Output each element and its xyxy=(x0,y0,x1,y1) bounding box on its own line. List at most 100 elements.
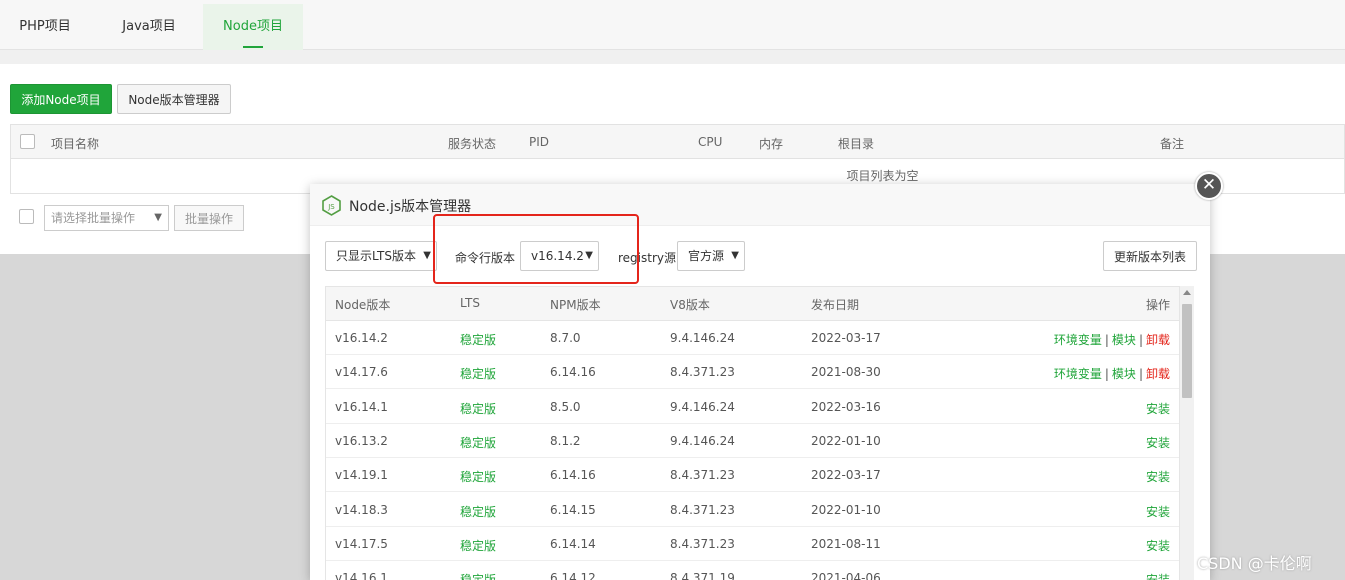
modules-link[interactable]: 模块 xyxy=(1112,333,1136,347)
npm-version-cell: 6.14.16 xyxy=(550,365,596,380)
v8-version-cell: 9.4.146.24 xyxy=(670,399,735,414)
chevron-down-icon: ▼ xyxy=(154,212,162,223)
version-row: v14.19.1 稳定版 6.14.16 8.4.371.23 2022-03-17 安装 xyxy=(326,458,1179,493)
install-link[interactable]: 安装 xyxy=(1146,539,1170,553)
lts-cell: 稳定版 xyxy=(460,435,497,450)
project-table-header: 项目名称 服务状态 PID CPU 内存 根目录 备注 xyxy=(11,125,1344,159)
registry-select[interactable]: 官方源 ▼ xyxy=(677,241,745,271)
row-actions: 安装 xyxy=(1146,400,1170,417)
batch-operation-button[interactable]: 批量操作 xyxy=(174,205,244,231)
node-version-cell: v16.13.2 xyxy=(335,433,388,448)
v8-version-cell: 8.4.371.23 xyxy=(670,365,735,380)
npm-version-cell: 6.14.12 xyxy=(550,571,596,580)
col-actions: 操作 xyxy=(1145,298,1170,312)
col-memory: 内存 xyxy=(759,137,784,151)
row-actions: 安装 xyxy=(1146,503,1170,520)
node-version-cell: v14.19.1 xyxy=(335,468,388,483)
action-separator: | xyxy=(1104,367,1109,382)
col-remark: 备注 xyxy=(1160,137,1185,151)
version-row: v16.14.1 稳定版 8.5.0 9.4.146.24 2022-03-16 安装 xyxy=(326,390,1179,424)
chevron-down-icon: ▼ xyxy=(423,250,431,261)
version-row: v14.17.6 稳定版 6.14.16 8.4.371.23 2021-08-30 环境… xyxy=(326,355,1179,390)
lts-cell: 稳定版 xyxy=(460,367,497,382)
node-version-cell: v14.17.5 xyxy=(335,536,388,551)
row-actions: 安装 xyxy=(1146,468,1170,485)
release-date-cell: 2021-04-06 xyxy=(811,571,881,580)
node-version-cell: v14.16.1 xyxy=(335,571,388,580)
active-tab-indicator xyxy=(243,46,263,48)
modules-link[interactable]: 模块 xyxy=(1112,367,1136,381)
col-lts: LTS xyxy=(460,296,480,310)
install-link[interactable]: 安装 xyxy=(1146,402,1170,416)
uninstall-link[interactable]: 卸载 xyxy=(1146,333,1170,347)
npm-version-cell: 6.14.15 xyxy=(550,502,596,517)
node-version-cell: v14.18.3 xyxy=(335,502,388,517)
row-actions: 安装 xyxy=(1146,571,1170,580)
v8-version-cell: 8.4.371.23 xyxy=(670,502,735,517)
watermark: CSDN @卡伦啊 xyxy=(1197,554,1312,573)
col-root-dir: 根目录 xyxy=(838,137,875,151)
version-row: v14.17.5 稳定版 6.14.14 8.4.371.23 2021-08-11 安装 xyxy=(326,527,1179,561)
npm-version-cell: 6.14.14 xyxy=(550,536,596,551)
tab-php[interactable]: PHP项目 xyxy=(0,4,90,50)
env-vars-link[interactable]: 环境变量 xyxy=(1054,333,1102,347)
uninstall-link[interactable]: 卸载 xyxy=(1146,367,1170,381)
v8-version-cell: 9.4.146.24 xyxy=(670,331,735,345)
scrollbar-thumb[interactable] xyxy=(1182,304,1192,398)
install-link[interactable]: 安装 xyxy=(1146,505,1170,519)
release-date-cell: 2021-08-11 xyxy=(811,536,881,551)
col-v8-version: V8版本 xyxy=(670,298,710,312)
col-project-name[interactable]: 项目名称 xyxy=(51,135,99,152)
version-row: v16.14.2 稳定版 8.7.0 9.4.146.24 2022-03-17 环境变量… xyxy=(326,321,1179,355)
npm-version-cell: 8.7.0 xyxy=(550,331,581,345)
action-separator: | xyxy=(1138,333,1143,347)
svg-text:JS: JS xyxy=(327,203,335,211)
lts-filter-select[interactable]: 只显示LTS版本 ▼ xyxy=(325,241,437,271)
version-table-header: Node版本 LTS NPM版本 V8版本 发布日期 操作 xyxy=(326,287,1179,321)
close-icon: ✕ xyxy=(1201,175,1217,195)
install-link[interactable]: 安装 xyxy=(1146,573,1170,580)
v8-version-cell: 8.4.371.23 xyxy=(670,536,735,551)
project-type-tabs: PHP项目 Java项目 Node项目 xyxy=(0,0,1345,50)
install-link[interactable]: 安装 xyxy=(1146,470,1170,484)
lts-cell: 稳定版 xyxy=(460,504,497,519)
version-row: v14.16.1 稳定版 6.14.12 8.4.371.19 2021-04-06 安装 xyxy=(326,561,1179,580)
scroll-up-arrow-icon[interactable] xyxy=(1183,290,1191,295)
col-npm-version: NPM版本 xyxy=(550,298,601,312)
cli-version-highlight-box xyxy=(433,214,639,284)
lts-cell: 稳定版 xyxy=(460,333,497,347)
row-actions: 环境变量 | 模块 | 卸载 xyxy=(1054,365,1170,382)
row-actions: 安装 xyxy=(1146,537,1170,554)
col-release-date: 发布日期 xyxy=(811,298,860,312)
col-pid: PID xyxy=(529,135,550,149)
release-date-cell: 2021-08-30 xyxy=(811,365,881,380)
npm-version-cell: 8.1.2 xyxy=(550,433,581,448)
close-dialog-button[interactable]: ✕ xyxy=(1195,172,1223,200)
lts-cell: 稳定版 xyxy=(460,401,497,416)
chevron-down-icon: ▼ xyxy=(731,250,739,261)
v8-version-cell: 8.4.371.19 xyxy=(670,571,735,580)
batch-operation-select[interactable]: 请选择批量操作 ▼ xyxy=(44,205,169,231)
version-table: Node版本 LTS NPM版本 V8版本 发布日期 操作 v16.14.2 稳定… xyxy=(325,286,1180,580)
tab-node-label: Node项目 xyxy=(223,19,283,34)
env-vars-link[interactable]: 环境变量 xyxy=(1054,367,1102,381)
row-actions: 环境变量 | 模块 | 卸载 xyxy=(1054,331,1170,348)
version-table-scrollbar[interactable] xyxy=(1180,286,1194,580)
tab-node[interactable]: Node项目 xyxy=(203,4,303,50)
node-version-manager-button[interactable]: Node版本管理器 xyxy=(117,84,231,114)
batch-checkbox[interactable] xyxy=(19,209,34,224)
row-actions: 安装 xyxy=(1146,434,1170,451)
action-separator: | xyxy=(1138,367,1143,382)
registry-value: 官方源 xyxy=(688,249,725,263)
release-date-cell: 2022-03-17 xyxy=(811,468,881,483)
col-node-version: Node版本 xyxy=(335,298,391,312)
tab-java[interactable]: Java项目 xyxy=(104,4,194,50)
release-date-cell: 2022-03-16 xyxy=(811,399,881,414)
install-link[interactable]: 安装 xyxy=(1146,436,1170,450)
add-node-project-button[interactable]: 添加Node项目 xyxy=(10,84,112,114)
select-all-checkbox[interactable] xyxy=(20,134,35,149)
refresh-version-list-button[interactable]: 更新版本列表 xyxy=(1103,241,1197,271)
col-service-status: 服务状态 xyxy=(448,137,497,151)
node-version-cell: v14.17.6 xyxy=(335,365,388,380)
v8-version-cell: 8.4.371.23 xyxy=(670,468,735,483)
